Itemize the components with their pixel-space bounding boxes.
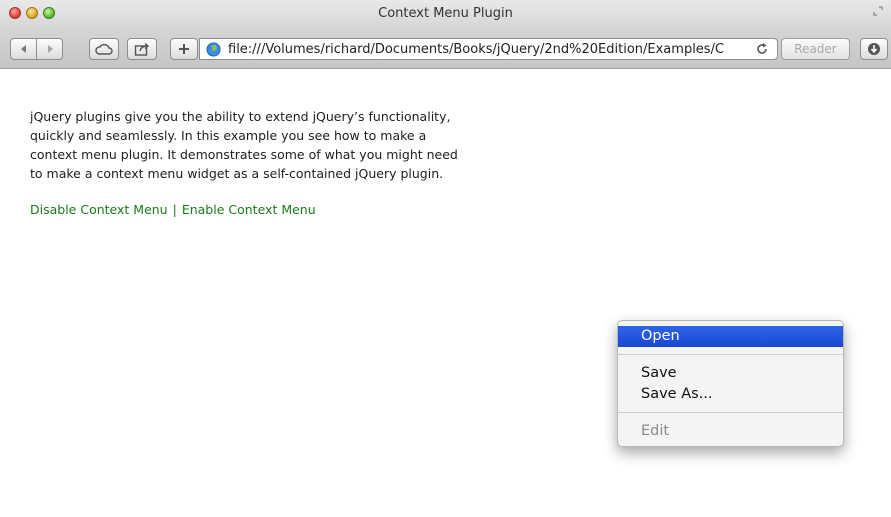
forward-arrow-icon <box>47 45 53 53</box>
forward-button[interactable] <box>36 38 63 60</box>
intro-line: jQuery plugins give you the ability to e… <box>30 109 451 124</box>
reader-button[interactable]: Reader <box>781 38 850 60</box>
intro-paragraph: jQuery plugins give you the ability to e… <box>30 107 500 183</box>
share-icon <box>134 42 150 56</box>
cloud-icon <box>95 43 113 55</box>
window-titlebar: Context Menu Plugin file:///Volumes/rich… <box>0 0 891 69</box>
intro-line: to make a context menu widget as a self-… <box>30 166 444 181</box>
url-text[interactable]: file:///Volumes/richard/Documents/Books/… <box>228 42 747 57</box>
new-tab-button[interactable] <box>170 38 198 60</box>
context-menu: Open Save Save As... Edit <box>617 320 844 447</box>
intro-line: context menu plugin. It demonstrates som… <box>30 147 458 162</box>
link-separator: | <box>172 202 177 217</box>
context-menu-item-open[interactable]: Open <box>618 326 843 347</box>
downloads-button[interactable] <box>860 38 888 60</box>
context-menu-links: Disable Context Menu | Enable Context Menu <box>30 202 316 217</box>
menu-separator <box>618 354 843 355</box>
plus-icon <box>179 44 189 54</box>
icloud-tabs-button[interactable] <box>89 38 119 60</box>
menu-separator <box>618 412 843 413</box>
back-button[interactable] <box>10 38 37 60</box>
back-arrow-icon <box>20 45 26 53</box>
context-menu-item-save[interactable]: Save <box>618 363 843 384</box>
address-bar[interactable]: file:///Volumes/richard/Documents/Books/… <box>199 38 778 60</box>
enable-context-menu-link[interactable]: Enable Context Menu <box>182 202 316 217</box>
context-menu-item-edit: Edit <box>641 423 670 439</box>
fullscreen-icon[interactable] <box>873 6 883 16</box>
browser-toolbar: file:///Volumes/richard/Documents/Books/… <box>0 35 891 63</box>
disable-context-menu-link[interactable]: Disable Context Menu <box>30 202 168 217</box>
page-content: jQuery plugins give you the ability to e… <box>0 70 891 517</box>
reload-icon[interactable] <box>753 42 771 56</box>
intro-line: quickly and seamlessly. In this example … <box>30 128 427 143</box>
window-title: Context Menu Plugin <box>378 6 513 21</box>
context-menu-item-save-as[interactable]: Save As... <box>618 384 843 405</box>
globe-icon <box>206 41 221 57</box>
share-button[interactable] <box>127 38 157 60</box>
download-icon <box>868 43 880 55</box>
